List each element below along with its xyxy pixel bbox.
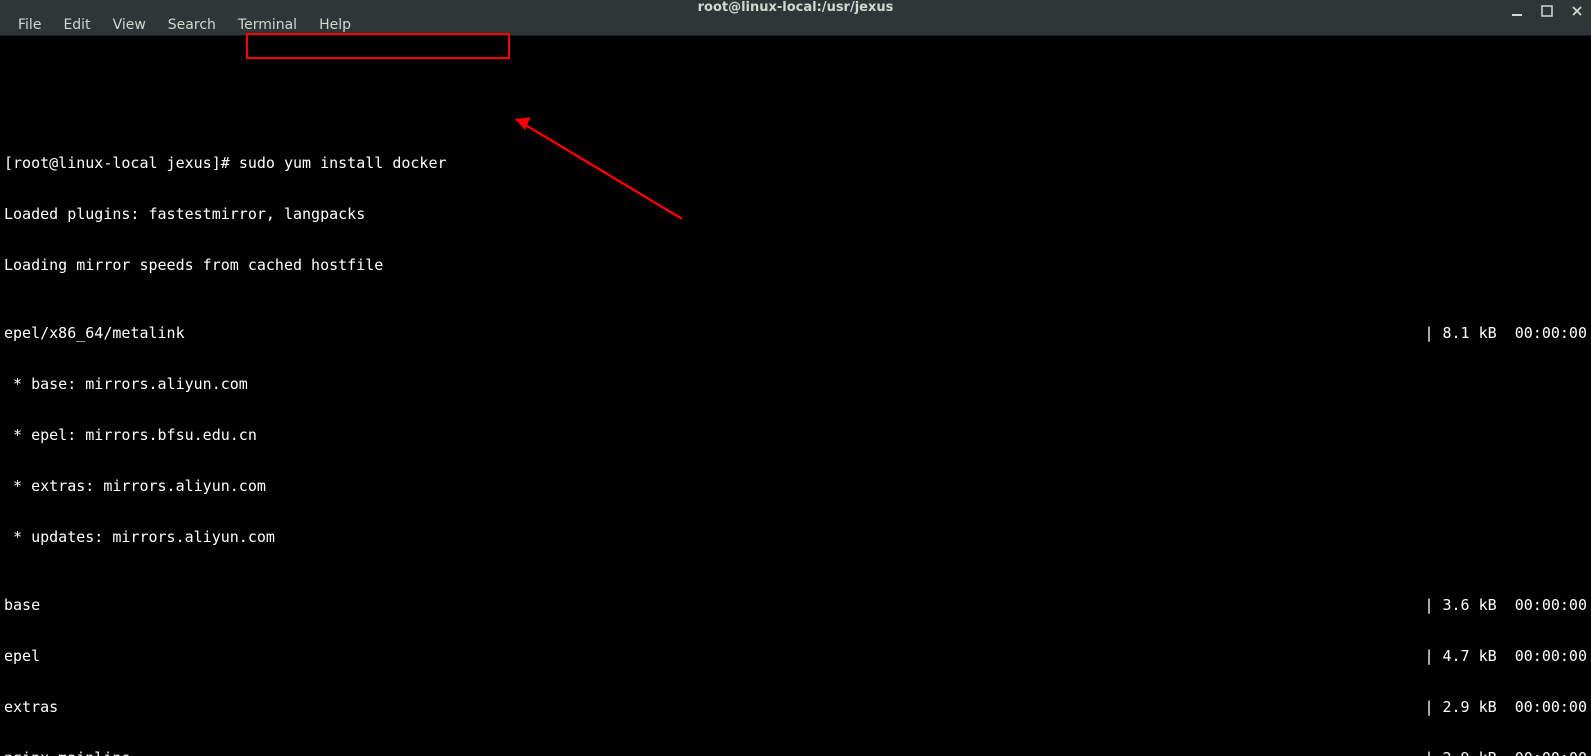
repo-name: epel (4, 648, 40, 665)
menu-search[interactable]: Search (158, 15, 226, 35)
terminal[interactable]: [root@linux-local jexus]# sudo yum insta… (0, 36, 1591, 756)
repo-name: base (4, 597, 40, 614)
output-text: * epel: mirrors.bfsu.edu.cn (4, 427, 1587, 444)
output-text: epel/x86_64/metalink (4, 325, 185, 342)
repo-size: | 2.9 kB 00:00:00 (1424, 750, 1587, 756)
minimize-icon[interactable] (1509, 3, 1525, 19)
repo-name: nginx-mainline (4, 750, 130, 756)
repo-line: extras | 2.9 kB 00:00:00 (4, 699, 1587, 716)
titlebar: root@linux-local:/usr/jexus (0, 0, 1591, 15)
repo-name: extras (4, 699, 58, 716)
annotation-highlight-box (246, 33, 510, 59)
repo-line: nginx-mainline | 2.9 kB 00:00:00 (4, 750, 1587, 756)
output-size: | 8.1 kB 00:00:00 (1424, 325, 1587, 342)
output-line: epel/x86_64/metalink | 8.1 kB 00:00:00 (4, 325, 1587, 342)
menu-help[interactable]: Help (309, 15, 361, 35)
repo-line: epel | 4.7 kB 00:00:00 (4, 648, 1587, 665)
menu-terminal[interactable]: Terminal (228, 15, 307, 35)
prompt-command: sudo yum install docker (239, 154, 447, 172)
window-title: root@linux-local:/usr/jexus (698, 0, 894, 15)
repo-size: | 2.9 kB 00:00:00 (1424, 699, 1587, 716)
menu-file[interactable]: File (8, 15, 51, 35)
output-text: * extras: mirrors.aliyun.com (4, 478, 1587, 495)
window-buttons (1509, 3, 1585, 19)
repo-size: | 3.6 kB 00:00:00 (1424, 597, 1587, 614)
output-text: Loading mirror speeds from cached hostfi… (4, 257, 1587, 274)
prompt-prefix: [root@linux-local jexus]# (4, 154, 239, 172)
maximize-icon[interactable] (1539, 3, 1555, 19)
output-text: Loaded plugins: fastestmirror, langpacks (4, 206, 1587, 223)
menu-view[interactable]: View (103, 15, 156, 35)
window: root@linux-local:/usr/jexus File Edit Vi… (0, 0, 1591, 756)
menu-edit[interactable]: Edit (53, 15, 100, 35)
menubar: File Edit View Search Terminal Help (0, 15, 1591, 36)
close-icon[interactable] (1569, 3, 1585, 19)
prompt-line: [root@linux-local jexus]# sudo yum insta… (4, 155, 1587, 172)
output-text: * updates: mirrors.aliyun.com (4, 529, 1587, 546)
output-text: * base: mirrors.aliyun.com (4, 376, 1587, 393)
repo-size: | 4.7 kB 00:00:00 (1424, 648, 1587, 665)
repo-line: base | 3.6 kB 00:00:00 (4, 597, 1587, 614)
